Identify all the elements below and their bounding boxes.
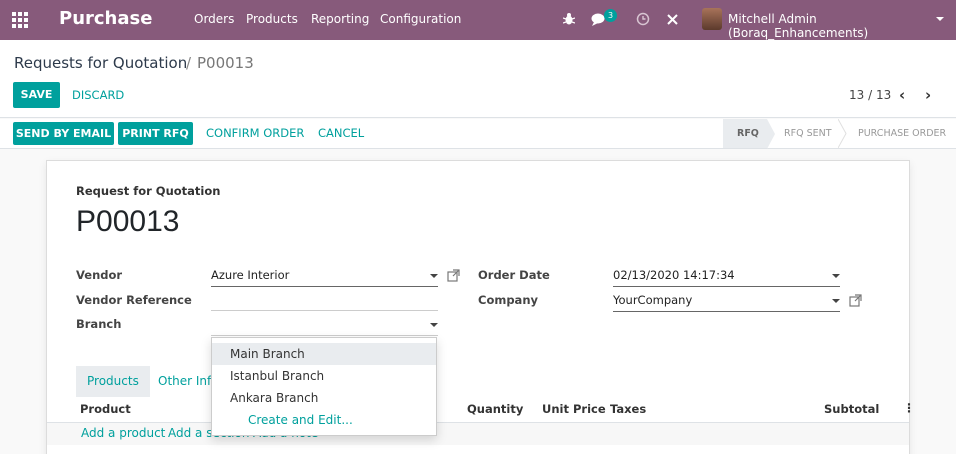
column-subtotal[interactable]: Subtotal — [824, 402, 879, 416]
discard-button[interactable]: DISCARD — [72, 88, 124, 102]
vendor-value: Azure Interior — [211, 268, 290, 282]
menu-configuration[interactable]: Configuration — [380, 12, 461, 26]
order-date-label: Order Date — [478, 268, 550, 282]
branch-option-istanbul[interactable]: Istanbul Branch — [212, 365, 436, 387]
form-sheet: Request for Quotation P00013 Vendor Azur… — [46, 160, 915, 454]
company-field[interactable]: YourCompany — [613, 292, 840, 312]
create-and-edit-option[interactable]: Create and Edit... — [212, 409, 436, 431]
stage-rfq[interactable]: RFQ — [723, 119, 767, 148]
pager-prev-icon[interactable]: ‹ — [899, 86, 905, 104]
company-external-link-icon[interactable] — [849, 294, 862, 307]
breadcrumb-parent[interactable]: Requests for Quotation — [14, 54, 187, 72]
column-options-icon[interactable]: ⋮ — [903, 401, 915, 415]
menu-reporting[interactable]: Reporting — [311, 12, 369, 26]
column-quantity[interactable]: Quantity — [467, 402, 523, 416]
pager-next-icon[interactable]: › — [925, 86, 931, 104]
vendor-reference-field[interactable] — [211, 291, 438, 311]
record-title: P00013 — [76, 205, 180, 238]
menu-products[interactable]: Products — [246, 12, 298, 26]
stage-separator-icon — [838, 119, 847, 148]
breadcrumb-current: P00013 — [197, 54, 254, 72]
stage-rfq-sent[interactable]: RFQ SENT — [784, 119, 832, 148]
branch-field[interactable] — [211, 316, 438, 336]
column-unit-price[interactable]: Unit Price — [542, 402, 606, 416]
status-bar: SEND BY EMAIL PRINT RFQ CONFIRM ORDER CA… — [0, 119, 956, 149]
branch-dropdown-icon[interactable] — [430, 323, 438, 327]
stage-arrow-icon — [767, 119, 775, 149]
confirm-order-button[interactable]: CONFIRM ORDER — [206, 126, 304, 140]
apps-menu-icon[interactable] — [12, 12, 30, 28]
cancel-button[interactable]: CANCEL — [318, 126, 364, 140]
user-menu[interactable]: Mitchell Admin (Boraq_Enhancements) — [728, 12, 956, 40]
vendor-external-link-icon[interactable] — [447, 269, 460, 282]
add-product-link[interactable]: Add a product — [81, 426, 165, 440]
branch-option-ankara[interactable]: Ankara Branch — [212, 387, 436, 409]
send-by-email-button[interactable]: SEND BY EMAIL — [13, 122, 114, 145]
company-value: YourCompany — [613, 293, 693, 307]
order-date-dropdown-icon[interactable] — [832, 274, 840, 278]
breadcrumb-separator: / — [186, 54, 192, 72]
top-navbar: Purchase Orders Products Reporting Confi… — [0, 0, 956, 40]
menu-orders[interactable]: Orders — [194, 12, 234, 26]
vendor-reference-label: Vendor Reference — [76, 293, 192, 307]
company-label: Company — [478, 293, 538, 307]
vendor-field[interactable]: Azure Interior — [211, 267, 438, 287]
tools-icon[interactable] — [666, 13, 679, 26]
branch-option-main[interactable]: Main Branch — [212, 343, 436, 365]
vendor-label: Vendor — [76, 268, 123, 282]
order-date-field[interactable]: 02/13/2020 14:17:34 — [613, 267, 840, 287]
user-menu-caret-icon[interactable] — [936, 17, 944, 21]
save-button[interactable]: SAVE — [13, 82, 60, 108]
user-avatar[interactable] — [702, 8, 722, 30]
column-taxes[interactable]: Taxes — [610, 402, 646, 416]
vendor-dropdown-icon[interactable] — [430, 274, 438, 278]
company-dropdown-icon[interactable] — [832, 299, 840, 303]
pager-value[interactable]: 13 / 13 — [849, 88, 891, 102]
control-panel: Requests for Quotation / P00013 SAVE DIS… — [0, 40, 956, 118]
document-type-label: Request for Quotation — [76, 184, 221, 198]
app-name: Purchase — [59, 8, 153, 29]
column-product[interactable]: Product — [80, 402, 131, 416]
order-date-value: 02/13/2020 14:17:34 — [613, 268, 735, 282]
stage-purchase-order[interactable]: PURCHASE ORDER — [858, 119, 946, 148]
chat-count-badge: 3 — [604, 9, 617, 22]
debug-bug-icon[interactable] — [563, 12, 575, 26]
tab-products[interactable]: Products — [76, 366, 150, 397]
print-rfq-button[interactable]: PRINT RFQ — [118, 122, 193, 145]
branch-label: Branch — [76, 317, 122, 331]
branch-dropdown-menu: Main Branch Istanbul Branch Ankara Branc… — [211, 337, 437, 436]
activity-clock-icon[interactable] — [636, 12, 650, 26]
